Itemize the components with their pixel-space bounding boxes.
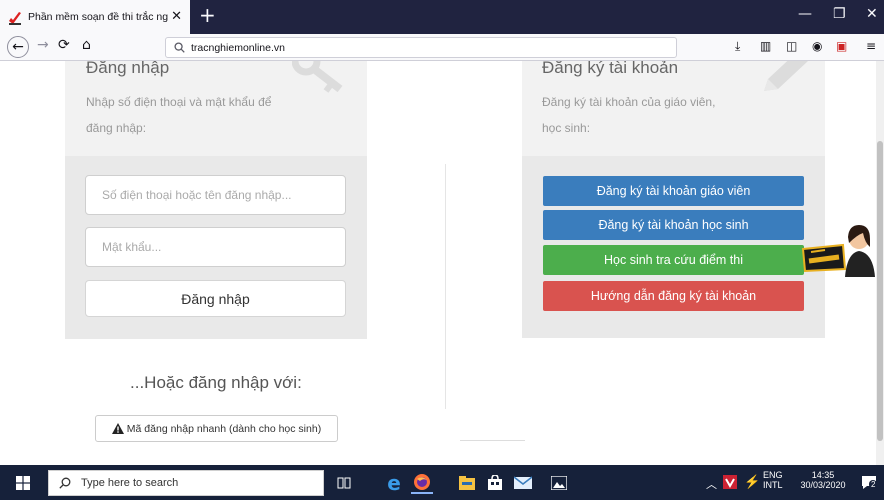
taskbar-search-box[interactable]: Type here to search [48,470,324,496]
tray-chevron-icon[interactable]: ︿ [706,476,717,492]
search-icon [174,42,185,53]
taskbar-search-text: Type here to search [81,477,179,489]
scrollbar-thumb[interactable] [877,141,883,441]
extension-icon[interactable]: ▣ [836,39,847,53]
warning-icon [111,423,124,434]
tab-close-icon[interactable]: ✕ [171,9,182,24]
windows-start-icon[interactable] [16,475,30,494]
restore-icon[interactable]: ❐ [833,6,846,22]
new-tab-icon[interactable]: + [199,5,216,25]
home-icon[interactable]: ⌂ [82,37,91,53]
separator-line [460,440,525,441]
download-icon[interactable]: ⤓ [735,39,740,54]
browser-nav-bar: ← → ⟳ ⌂ tracnghiemonline.vn ⤓ ▥ ◫ ◉ ▣ ≡ [0,34,884,61]
sidebar-icon[interactable]: ◫ [786,39,797,53]
site-favicon-icon [8,10,22,25]
username-input[interactable]: Số điện thoại hoặc tên đăng nhập... [85,175,346,215]
tab-title: Phần mềm soạn đề thi trắc nghi [28,11,168,23]
store-icon[interactable] [484,472,506,494]
reload-icon[interactable]: ⟳ [58,37,70,53]
window-close-icon[interactable]: ✕ [866,6,878,22]
register-student-button[interactable]: Đăng ký tài khoản học sinh [543,210,804,240]
column-divider [445,164,446,409]
login-desc-line-1: Nhập số điện thoại và mật khẩu để [86,95,272,109]
tray-network-icon[interactable]: ⚡ [744,474,760,490]
url-text: tracnghiemonline.vn [191,41,285,54]
key-icon [291,61,348,108]
login-button[interactable]: Đăng nhập [85,280,346,317]
register-guide-button[interactable]: Hướng dẫn đăng ký tài khoản [543,281,804,311]
check-scores-button[interactable]: Học sinh tra cứu điểm thi [543,245,804,275]
photos-icon[interactable] [548,472,570,494]
task-view-icon[interactable] [333,472,355,494]
library-icon[interactable]: ▥ [760,39,771,53]
back-icon[interactable]: ← [7,36,29,58]
quick-login-label: Mã đăng nhập nhanh (dành cho học sinh) [126,422,322,435]
support-mascot[interactable] [797,221,877,277]
register-heading: Đăng ký tài khoản [542,61,679,77]
edge-icon[interactable]: e [383,471,405,495]
page-scrollbar[interactable] [876,61,884,465]
lang-layout: INTL [763,480,783,490]
minimize-icon[interactable]: — [798,6,812,22]
login-desc-line-2: đăng nhập: [86,121,147,135]
browser-tab-bar: Phần mềm soạn đề thi trắc nghi ✕ + — ❐ ✕ [0,0,884,34]
alt-login-text: ...Hoặc đăng nhập với: [130,373,302,392]
firefox-icon[interactable] [411,472,433,494]
pencil-icon [758,61,814,108]
login-heading: Đăng nhập [86,61,170,77]
tray-antivirus-icon[interactable] [723,475,737,491]
register-desc-line-1: Đăng ký tài khoản của giáo viên, [542,95,716,109]
windows-taskbar: Type here to search e ︿ ⚡ ENG INTL 14:35… [0,465,884,500]
browser-tab[interactable]: Phần mềm soạn đề thi trắc nghi ✕ [0,0,190,34]
search-icon [59,477,71,489]
notification-center-icon[interactable]: 2 [860,474,878,492]
input-language[interactable]: ENG INTL [763,470,783,490]
register-teacher-button[interactable]: Đăng ký tài khoản giáo viên [543,176,804,206]
clock-time: 14:35 [811,470,835,480]
file-explorer-icon[interactable] [456,472,478,494]
page-content: Đăng nhập Nhập số điện thoại và mật khẩu… [0,61,884,465]
system-clock[interactable]: 14:35 30/03/2020 [796,470,850,490]
lang-code: ENG [763,470,783,480]
account-icon[interactable]: ◉ [812,39,822,53]
quick-login-button[interactable]: Mã đăng nhập nhanh (dành cho học sinh) [95,415,338,442]
register-desc-line-2: học sinh: [542,121,591,135]
menu-icon[interactable]: ≡ [866,39,876,53]
forward-icon[interactable]: → [37,37,49,53]
mail-icon[interactable] [512,472,534,494]
clock-date: 30/03/2020 [800,480,846,490]
url-bar[interactable]: tracnghiemonline.vn [165,37,677,58]
password-input[interactable]: Mật khẩu... [85,227,346,267]
